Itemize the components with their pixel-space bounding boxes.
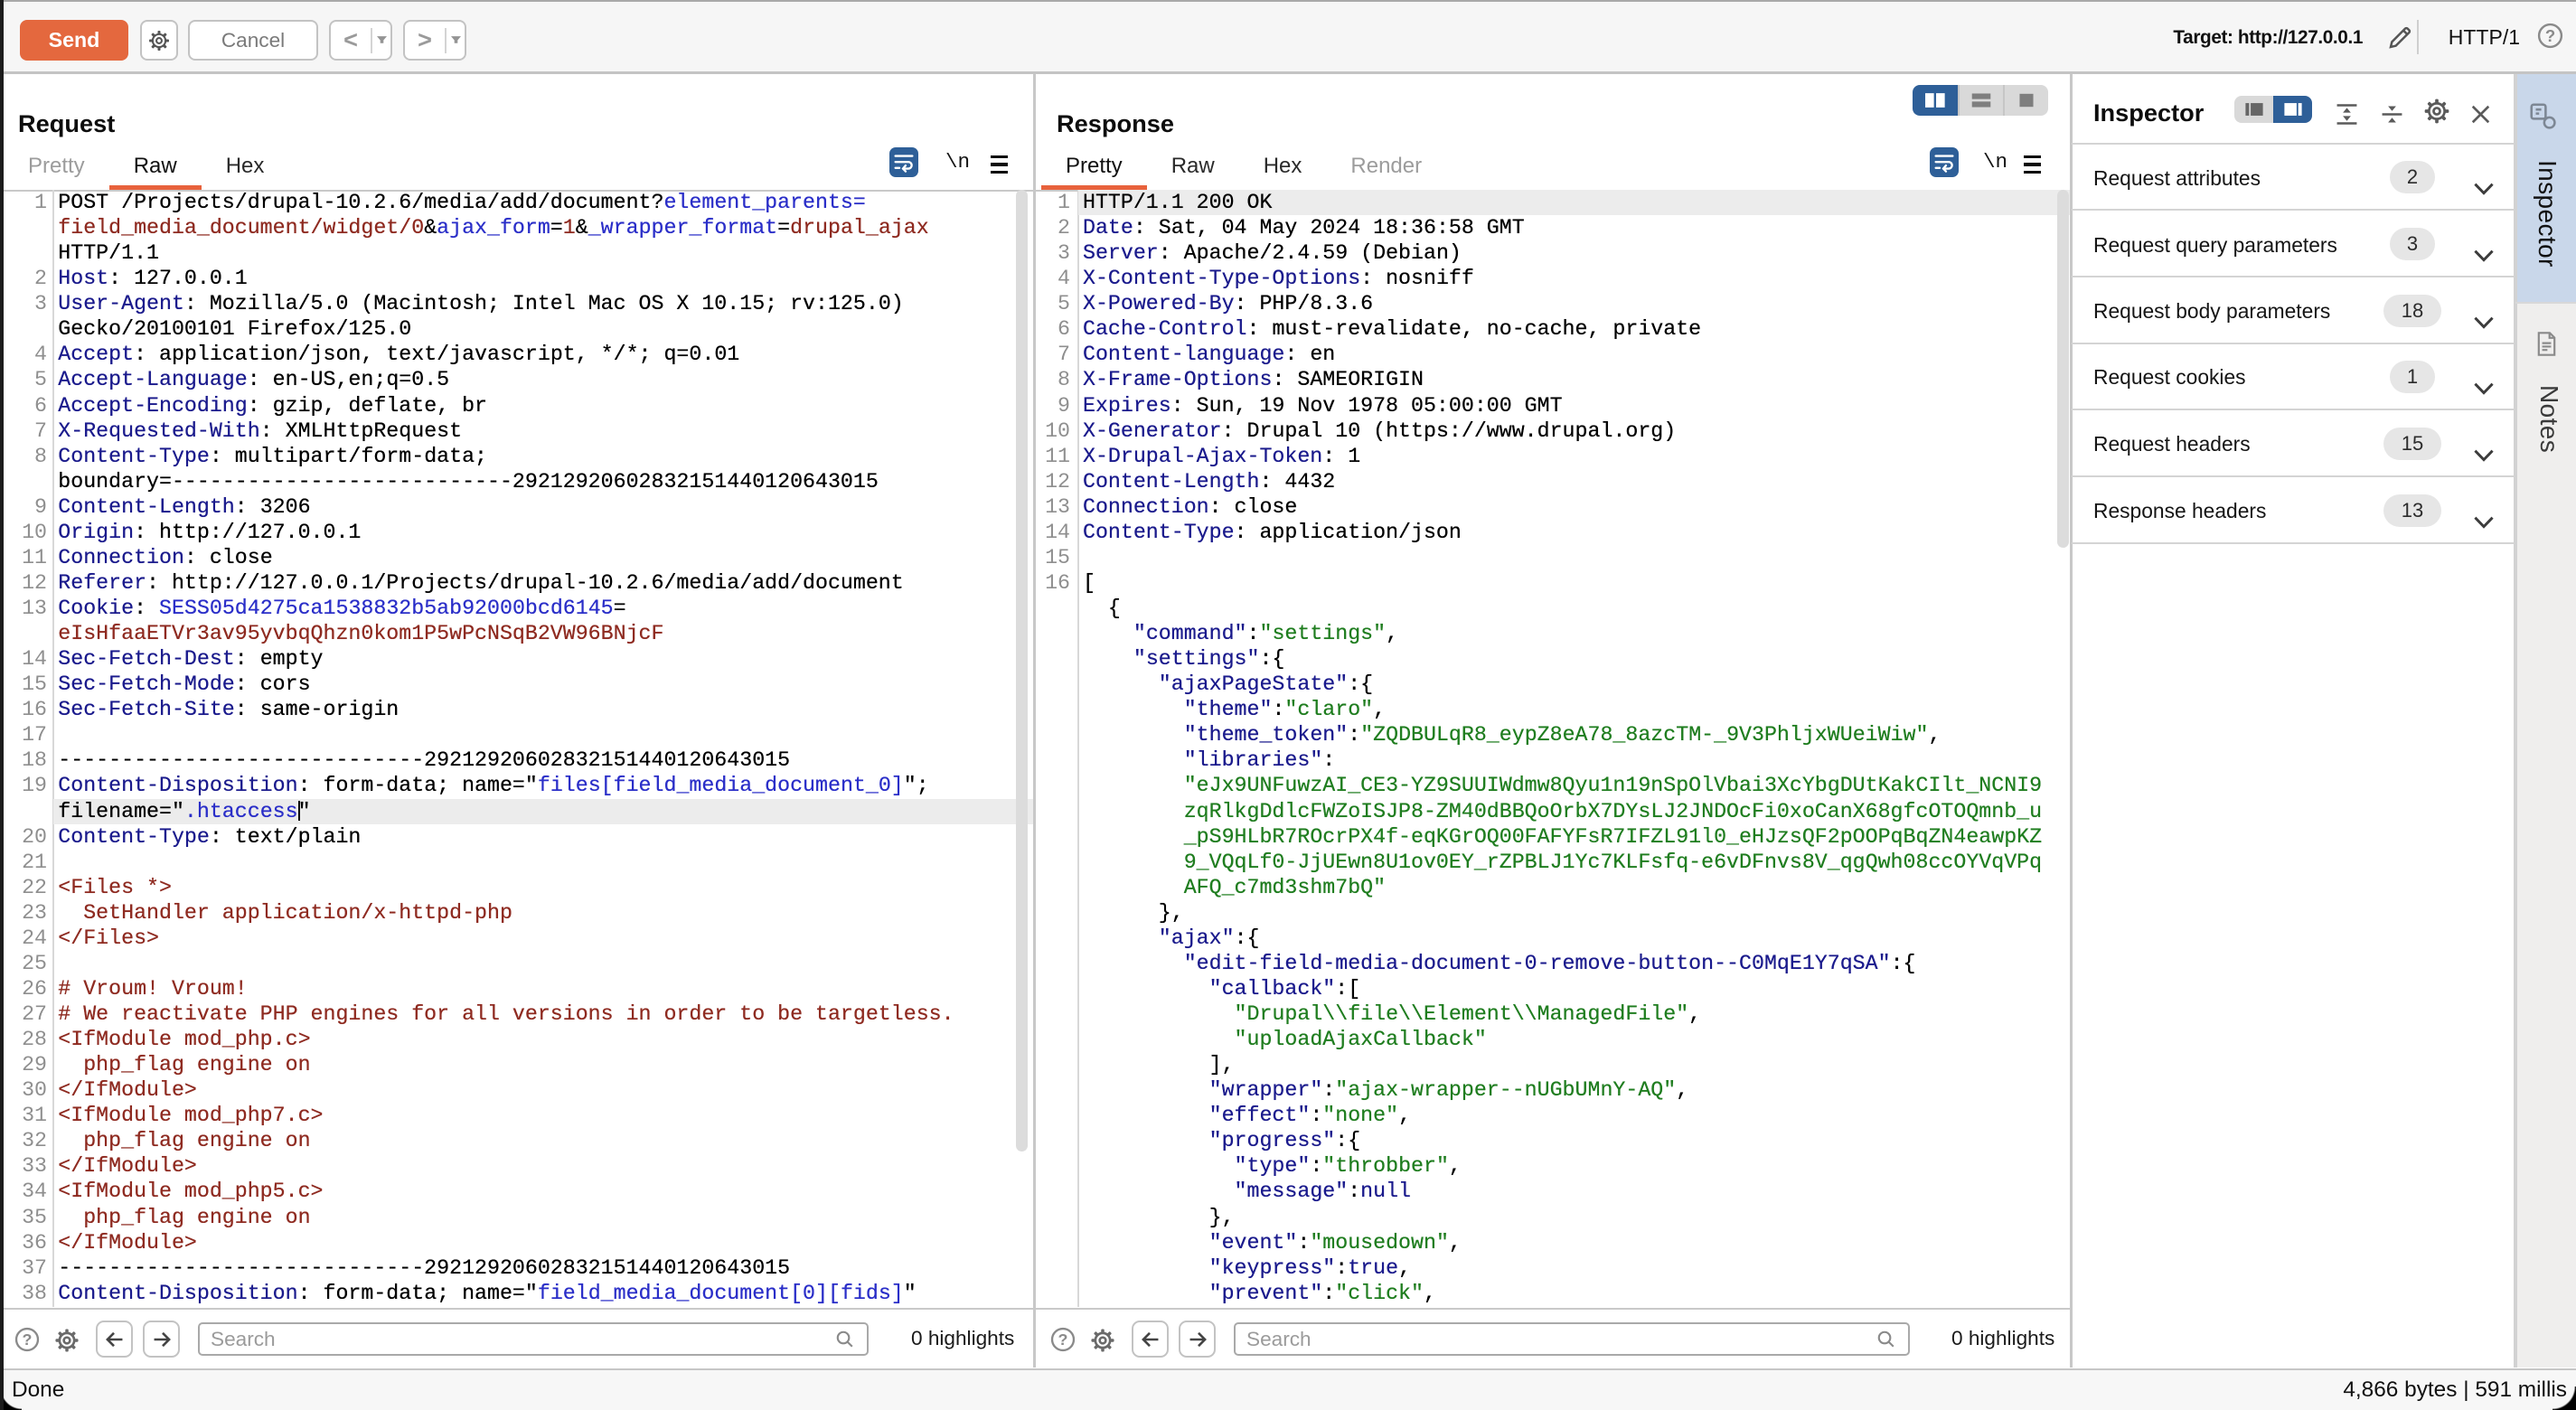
svg-text:?: ? (1058, 1330, 1068, 1349)
svg-text:?: ? (23, 1330, 33, 1349)
svg-text:?: ? (2545, 26, 2555, 45)
